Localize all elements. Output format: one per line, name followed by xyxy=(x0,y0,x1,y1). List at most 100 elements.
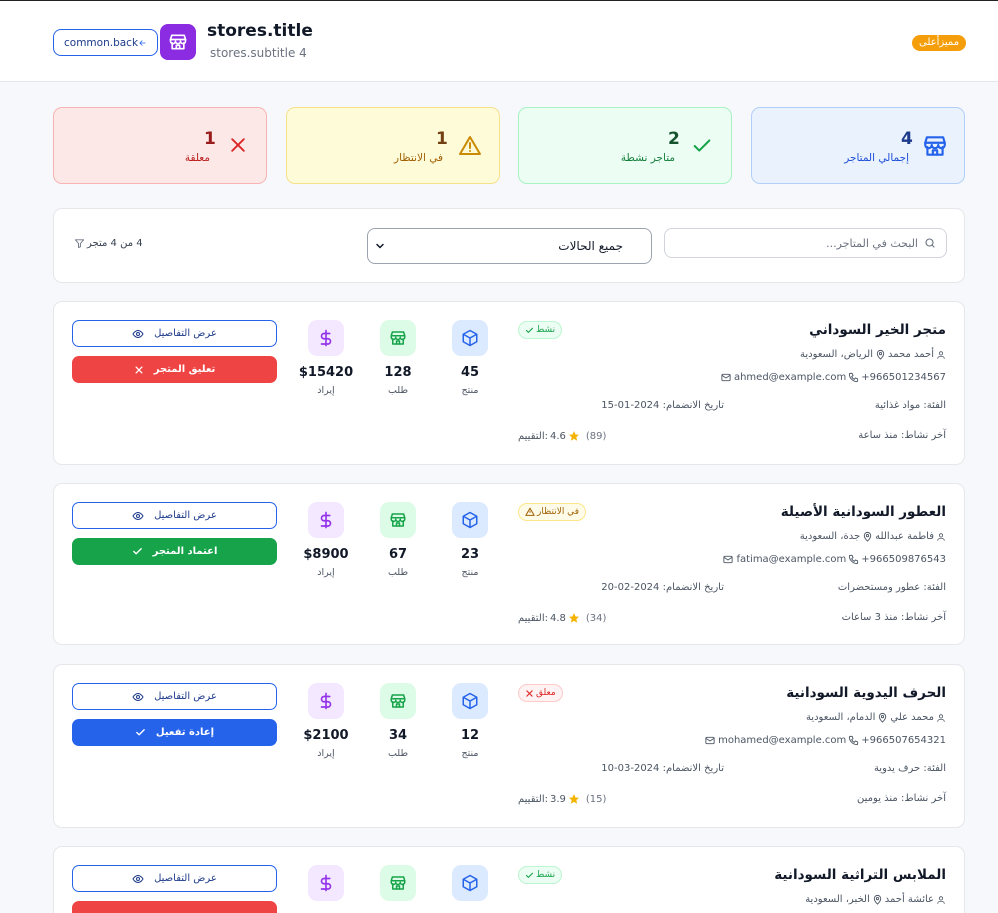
x-icon xyxy=(526,689,533,697)
rating-label: التقييم: xyxy=(518,430,548,442)
revenue-amount: $2100 xyxy=(303,728,349,743)
orders-label: طلب xyxy=(387,748,409,759)
stat-total-value: 4 xyxy=(901,129,913,149)
stat-total: 4 إجمالي المتاجر xyxy=(751,107,965,184)
x-icon xyxy=(231,138,245,152)
back-button-label: common.back xyxy=(64,36,139,49)
store-card: الملابس التراثية السودانية نشط عائشة أحم… xyxy=(53,846,965,913)
phone-icon xyxy=(849,554,859,565)
products-count: 12 xyxy=(460,728,480,743)
role-badge: مميزأعلى xyxy=(912,35,967,51)
filter-bar: البحث في المتاجر... جميع الحالات 4 من 4 … xyxy=(53,208,965,283)
mail-icon xyxy=(705,736,715,745)
products-label: منتج xyxy=(461,385,479,396)
phone-icon xyxy=(849,735,859,746)
dollar-icon xyxy=(320,329,332,347)
approve-store-label: اعتماد المتجر xyxy=(152,546,218,557)
store-email: fatima@example.com xyxy=(736,554,847,565)
view-details-label: عرض التفاصيل xyxy=(154,510,217,521)
eye-icon xyxy=(132,874,144,883)
eye-icon xyxy=(132,511,144,520)
revenue-metric-icon xyxy=(308,865,344,901)
orders-metric-icon xyxy=(380,865,416,901)
store-owner: أحمد محمد xyxy=(887,349,934,360)
status-badge: معلق xyxy=(518,684,563,702)
store-card: الحرف اليدوية السودانية معلق محمد علي ال… xyxy=(53,664,965,828)
stat-suspended: 1 معلقة xyxy=(53,107,267,184)
store-joined: تاريخ الانضمام: 2024-01-15 xyxy=(601,400,724,411)
store-email: ahmed@example.com xyxy=(733,372,847,383)
status-badge-label: نشط xyxy=(536,870,556,880)
approve-store-button[interactable]: اعتماد المتجر xyxy=(72,538,277,565)
check-icon xyxy=(136,729,145,736)
search-input[interactable]: البحث في المتاجر... xyxy=(664,228,947,258)
stat-suspended-label: معلقة xyxy=(184,152,210,164)
map-pin-icon xyxy=(863,531,872,542)
store-icon xyxy=(390,876,406,890)
user-icon xyxy=(937,895,945,904)
store-location-owner: أحمد محمد الرياض، السعودية xyxy=(800,349,946,360)
store-phone: +966501234567 xyxy=(861,372,946,383)
store-icon xyxy=(924,136,946,156)
orders-count: 34 xyxy=(388,728,408,743)
rating-value: 4.8 xyxy=(549,612,566,624)
store-rating: التقييم: 4.6 (89) xyxy=(518,430,606,442)
status-badge: في الانتظار xyxy=(518,503,586,521)
reactivate-store-label: إعادة تفعيل xyxy=(155,727,215,738)
filter-icon xyxy=(74,239,85,249)
orders-count: 128 xyxy=(384,365,412,380)
star-icon xyxy=(568,794,579,804)
store-phone: +966507654321 xyxy=(861,735,946,746)
package-icon xyxy=(462,511,478,529)
rating-value: 3.9 xyxy=(549,793,566,805)
store-phone: +966509876543 xyxy=(861,554,946,565)
status-select[interactable]: جميع الحالات xyxy=(367,228,652,264)
page-title: stores.title xyxy=(207,21,313,41)
store-owner: محمد علي xyxy=(890,712,934,723)
status-select-value: جميع الحالات xyxy=(558,239,623,253)
view-details-button[interactable]: عرض التفاصيل xyxy=(72,502,277,529)
store-contact: ahmed@example.com +966501234567 xyxy=(720,372,946,383)
reactivate-store-button[interactable]: إعادة تفعيل xyxy=(72,719,277,746)
x-icon xyxy=(135,365,143,374)
stat-active-label: متاجر نشطة xyxy=(620,152,675,164)
store-last-active: آخر نشاط: منذ يومين xyxy=(857,793,946,804)
page-header: common.back stores.title stores.subtitle… xyxy=(0,1,998,82)
results-count-label: 4 من 4 متجر xyxy=(87,238,143,249)
revenue-metric-icon xyxy=(308,683,344,719)
stat-pending: 1 في الانتظار xyxy=(286,107,500,184)
map-pin-icon xyxy=(873,894,881,905)
back-button[interactable]: common.back xyxy=(53,29,158,56)
store-location-owner: فاطمة عبدالله جدة، السعودية xyxy=(800,531,946,542)
dollar-icon xyxy=(320,874,332,892)
eye-icon xyxy=(132,692,144,701)
stat-pending-value: 1 xyxy=(436,129,448,149)
view-details-label: عرض التفاصيل xyxy=(154,691,217,702)
store-rating: التقييم: 3.9 (15) xyxy=(518,793,606,805)
store-location-owner: عائشة أحمد الخبر، السعودية xyxy=(805,894,946,905)
search-placeholder: البحث في المتاجر... xyxy=(826,236,918,250)
view-details-button[interactable]: عرض التفاصيل xyxy=(72,320,277,347)
revenue-metric-icon xyxy=(308,320,344,356)
stat-suspended-value: 1 xyxy=(204,129,216,149)
check-icon xyxy=(693,139,711,152)
warning-icon xyxy=(459,136,481,155)
store-email: mohamed@example.com xyxy=(718,735,847,746)
view-details-button[interactable]: عرض التفاصيل xyxy=(72,683,277,710)
suspend-store-button[interactable] xyxy=(72,901,277,913)
rating-value: 4.6 xyxy=(549,430,566,442)
eye-icon xyxy=(132,329,144,338)
revenue-metric-icon xyxy=(308,502,344,538)
search-icon xyxy=(925,238,935,248)
view-details-label: عرض التفاصيل xyxy=(154,328,217,339)
store-category: الفئة: عطور ومستحضرات xyxy=(837,582,946,593)
store-owner: عائشة أحمد xyxy=(884,894,934,905)
dollar-icon xyxy=(320,692,332,710)
store-name: الحرف اليدوية السودانية xyxy=(786,685,946,701)
suspend-store-button[interactable]: تعليق المتجر xyxy=(72,356,277,383)
status-badge: نشط xyxy=(518,866,563,884)
chevron-down-icon xyxy=(376,243,384,249)
store-name: الملابس التراثية السودانية xyxy=(774,867,946,883)
products-metric-icon xyxy=(452,865,488,901)
view-details-button[interactable]: عرض التفاصيل xyxy=(72,865,277,892)
